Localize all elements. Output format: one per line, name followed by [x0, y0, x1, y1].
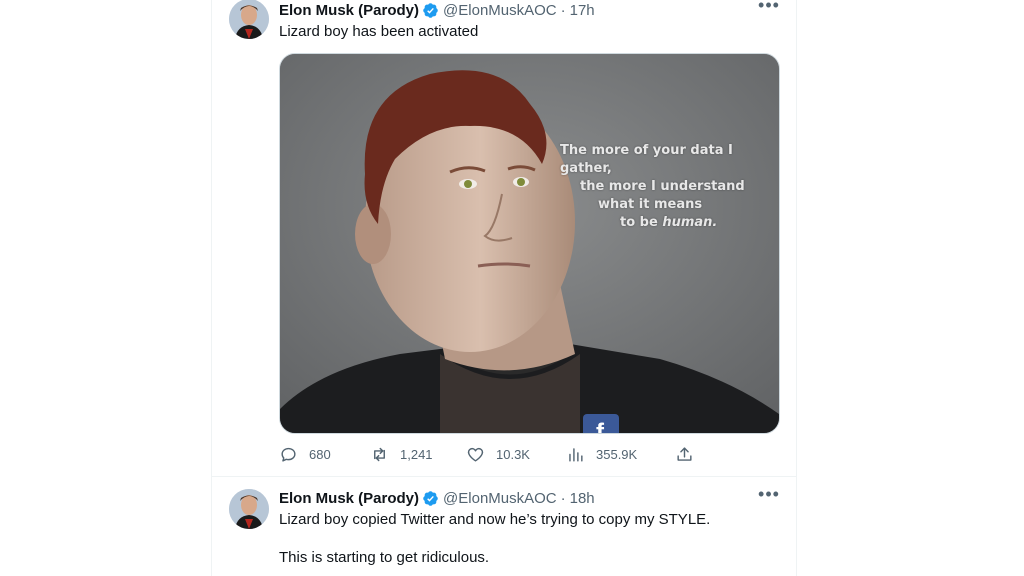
share-button[interactable] — [675, 445, 694, 464]
timestamp[interactable]: 17h — [570, 2, 595, 19]
facebook-logo: f — [596, 419, 605, 433]
tweet[interactable]: Elon Musk (Parody) @ElonMuskAOC · 17h ••… — [212, 0, 796, 477]
reply-icon — [281, 447, 296, 462]
tweet-header: Elon Musk (Parody) @ElonMuskAOC · 18h — [279, 487, 595, 509]
tweet-text: Lizard boy copied Twitter and now he’s t… — [279, 511, 711, 528]
caption-line: what it means — [598, 197, 703, 212]
share-icon — [677, 447, 692, 461]
retweet-button[interactable]: 1,241 — [370, 445, 433, 464]
separator: · — [560, 1, 566, 19]
views-icon — [569, 448, 583, 462]
tweet-text: This is starting to get ridiculous. — [279, 549, 490, 566]
verified-badge-icon — [423, 2, 438, 18]
tweet-header: Elon Musk (Parody) @ElonMuskAOC · 17h — [279, 0, 595, 21]
like-button[interactable]: 10.3K — [466, 445, 530, 464]
verified-badge-icon — [423, 490, 438, 506]
caption-prefix: to be — [620, 215, 663, 230]
views-count: 355.9K — [596, 447, 638, 462]
more-icon[interactable]: ••• — [758, 485, 780, 507]
reply-button[interactable]: 680 — [279, 445, 331, 464]
timeline: Elon Musk (Parody) @ElonMuskAOC · 17h ••… — [211, 0, 797, 576]
caption-emphasis: human. — [662, 215, 718, 230]
author-name[interactable]: Elon Musk (Parody) — [279, 2, 419, 19]
tweet-text: Lizard boy has been activated — [279, 23, 479, 40]
like-count: 10.3K — [496, 447, 530, 462]
author-handle[interactable]: @ElonMuskAOC — [443, 2, 557, 19]
tweet[interactable]: Elon Musk (Parody) @ElonMuskAOC · 18h ••… — [212, 477, 796, 576]
views-button[interactable]: 355.9K — [566, 445, 637, 464]
retweet-count: 1,241 — [400, 447, 433, 462]
meme-photo: f — [280, 54, 779, 433]
more-icon[interactable]: ••• — [758, 0, 780, 18]
avatar[interactable] — [229, 489, 269, 529]
avatar[interactable] — [229, 0, 269, 39]
timestamp[interactable]: 18h — [570, 490, 595, 507]
tweet-actions: 680 1,241 10.3K 355.9K — [279, 445, 699, 467]
caption-line: to be human. — [560, 214, 760, 232]
like-icon — [467, 447, 484, 462]
retweet-icon — [374, 447, 385, 462]
image-caption: The more of your data I gather, the more… — [560, 142, 760, 232]
separator: · — [560, 489, 566, 507]
author-handle[interactable]: @ElonMuskAOC — [443, 490, 557, 507]
caption-line: the more I understand — [580, 179, 745, 194]
reply-count: 680 — [309, 447, 331, 462]
author-name[interactable]: Elon Musk (Parody) — [279, 490, 419, 507]
tweet-image[interactable]: f The more of your data I gather, the mo… — [279, 53, 780, 434]
caption-line: The more of your data I gather, — [560, 143, 733, 176]
